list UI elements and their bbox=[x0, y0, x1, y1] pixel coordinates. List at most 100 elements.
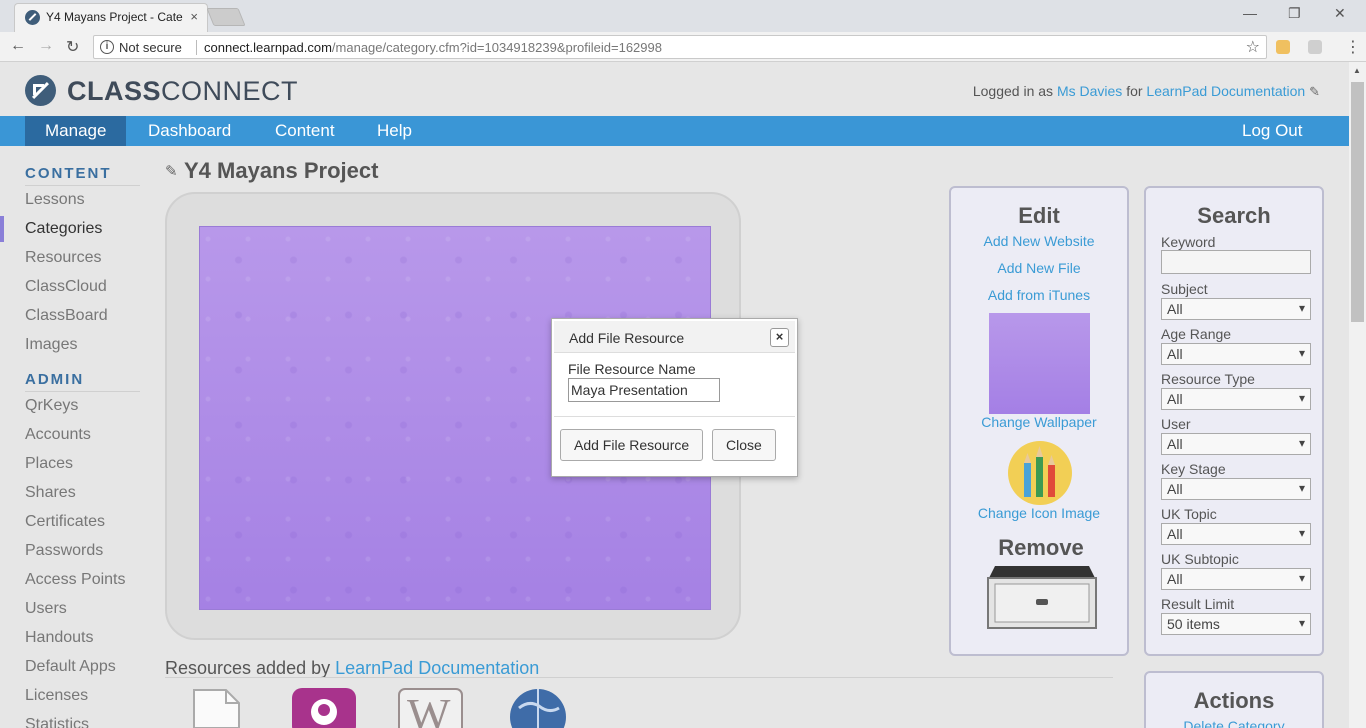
globe-icon[interactable] bbox=[509, 688, 569, 728]
nav-dashboard[interactable]: Dashboard bbox=[128, 116, 251, 146]
sidebar-item-access-points[interactable]: Access Points bbox=[25, 571, 125, 589]
svg-text:W: W bbox=[407, 689, 451, 728]
search-panel-title: Search bbox=[1197, 203, 1271, 228]
page-title: Y4 Mayans Project bbox=[184, 158, 379, 183]
age-range-select[interactable]: All bbox=[1161, 343, 1311, 365]
reload-icon[interactable]: ↻ bbox=[66, 37, 79, 57]
age-range-label: Age Range bbox=[1161, 326, 1232, 342]
actions-panel: Actions Delete Category bbox=[1144, 671, 1324, 728]
forward-icon[interactable]: → bbox=[38, 37, 54, 55]
page-scrollbar[interactable]: ▲ bbox=[1349, 62, 1366, 728]
sidebar-item-shares[interactable]: Shares bbox=[25, 484, 76, 502]
change-wallpaper-link[interactable]: Change Wallpaper bbox=[951, 414, 1127, 430]
uk-subtopic-select[interactable]: All bbox=[1161, 568, 1311, 590]
sidebar-item-passwords[interactable]: Passwords bbox=[25, 542, 103, 560]
omnibox-divider bbox=[196, 40, 197, 55]
sidebar-item-accounts[interactable]: Accounts bbox=[25, 426, 91, 444]
browser-tab-bar: Y4 Mayans Project - Cate × — ❐ ✕ bbox=[0, 0, 1366, 32]
user-label: User bbox=[1161, 416, 1191, 432]
close-button[interactable]: Close bbox=[712, 429, 776, 461]
delete-category-link[interactable]: Delete Category bbox=[1146, 718, 1322, 728]
sidebar-item-resources[interactable]: Resources bbox=[25, 249, 101, 267]
tab-close-icon[interactable]: × bbox=[190, 9, 198, 24]
nav-help[interactable]: Help bbox=[357, 116, 432, 146]
edit-pencil-icon[interactable]: ✎ bbox=[1309, 84, 1320, 99]
nav-logout[interactable]: Log Out bbox=[1222, 116, 1323, 146]
keyword-input[interactable] bbox=[1161, 250, 1311, 274]
word-document-icon[interactable]: W bbox=[398, 688, 464, 728]
sidebar-item-users[interactable]: Users bbox=[25, 600, 67, 618]
minimize-icon[interactable]: — bbox=[1243, 5, 1257, 21]
resources-owner-link[interactable]: LearnPad Documentation bbox=[335, 658, 539, 678]
nav-content[interactable]: Content bbox=[255, 116, 355, 146]
sidebar-item-classcloud[interactable]: ClassCloud bbox=[25, 278, 107, 296]
sidebar-item-handouts[interactable]: Handouts bbox=[25, 629, 94, 647]
divider bbox=[554, 416, 795, 417]
info-icon[interactable]: i bbox=[100, 40, 114, 54]
document-icon[interactable] bbox=[192, 688, 242, 728]
resource-type-label: Resource Type bbox=[1161, 371, 1255, 387]
sidebar-item-lessons[interactable]: Lessons bbox=[25, 191, 85, 209]
browser-tab[interactable]: Y4 Mayans Project - Cate × bbox=[14, 3, 208, 32]
back-icon[interactable]: ← bbox=[10, 37, 26, 55]
uk-topic-label: UK Topic bbox=[1161, 506, 1217, 522]
new-tab-button[interactable] bbox=[206, 8, 246, 26]
sidebar-heading-content: CONTENT bbox=[25, 165, 112, 182]
classconnect-favicon-icon bbox=[25, 10, 40, 25]
add-itunes-link[interactable]: Add from iTunes bbox=[951, 287, 1127, 303]
file-name-label: File Resource Name bbox=[568, 361, 696, 377]
sidebar-item-certificates[interactable]: Certificates bbox=[25, 513, 105, 531]
pin-app-icon[interactable] bbox=[292, 688, 356, 728]
divider bbox=[25, 391, 140, 392]
sidebar-active-marker bbox=[0, 216, 4, 242]
add-file-resource-button[interactable]: Add File Resource bbox=[560, 429, 704, 461]
resource-type-select[interactable]: All bbox=[1161, 388, 1311, 410]
organisation-link[interactable]: LearnPad Documentation bbox=[1146, 83, 1305, 99]
tab-title: Y4 Mayans Project - Cate bbox=[46, 10, 183, 24]
add-file-link[interactable]: Add New File bbox=[951, 260, 1127, 276]
address-toolbar: ← → ↻ i Not secure connect.learnpad.com/… bbox=[0, 32, 1366, 62]
nav-manage[interactable]: Manage bbox=[25, 116, 127, 146]
user-select[interactable]: All bbox=[1161, 433, 1311, 455]
window-close-icon[interactable]: ✕ bbox=[1334, 5, 1346, 22]
sidebar-item-classboard[interactable]: ClassBoard bbox=[25, 307, 108, 325]
user-link[interactable]: Ms Davies bbox=[1057, 83, 1122, 99]
sidebar-item-licenses[interactable]: Licenses bbox=[25, 687, 88, 705]
result-limit-label: Result Limit bbox=[1161, 596, 1235, 612]
scrollbar-thumb[interactable] bbox=[1351, 82, 1364, 322]
login-status: Logged in as Ms Davies for LearnPad Docu… bbox=[972, 83, 1320, 99]
sidebar-heading-admin: ADMIN bbox=[25, 371, 85, 388]
extension-icon[interactable] bbox=[1308, 40, 1322, 54]
sidebar-item-categories[interactable]: Categories bbox=[25, 220, 102, 238]
add-website-link[interactable]: Add New Website bbox=[951, 233, 1127, 249]
url-text[interactable]: connect.learnpad.com/manage/category.cfm… bbox=[204, 40, 662, 55]
pencils-icon[interactable] bbox=[1008, 441, 1072, 505]
sidebar-item-default-apps[interactable]: Default Apps bbox=[25, 658, 116, 676]
divider bbox=[165, 677, 1113, 678]
sidebar-item-images[interactable]: Images bbox=[25, 336, 77, 354]
uk-topic-select[interactable]: All bbox=[1161, 523, 1311, 545]
edit-title-pencil-icon[interactable]: ✎ bbox=[165, 162, 178, 180]
extension-icon[interactable] bbox=[1276, 40, 1290, 54]
sidebar-item-statistics[interactable]: Statistics bbox=[25, 716, 89, 728]
sidebar-item-places[interactable]: Places bbox=[25, 455, 73, 473]
edit-panel-title: Edit bbox=[1018, 203, 1060, 228]
address-bar[interactable]: i Not secure connect.learnpad.com/manage… bbox=[93, 35, 1267, 59]
subject-select[interactable]: All bbox=[1161, 298, 1311, 320]
edit-panel: Edit Add New Website Add New File Add fr… bbox=[949, 186, 1129, 656]
sidebar-item-qrkeys[interactable]: QrKeys bbox=[25, 397, 78, 415]
remove-drawer-icon[interactable] bbox=[987, 564, 1097, 630]
dialog-close-icon[interactable]: × bbox=[770, 328, 789, 347]
wallpaper-thumbnail[interactable] bbox=[989, 313, 1090, 414]
scroll-up-icon[interactable]: ▲ bbox=[1353, 66, 1361, 75]
change-icon-image-link[interactable]: Change Icon Image bbox=[951, 505, 1127, 521]
result-limit-select[interactable]: 50 items bbox=[1161, 613, 1311, 635]
file-name-input[interactable] bbox=[568, 378, 720, 402]
logo-text: CLASSCONNECT bbox=[67, 76, 299, 106]
bookmark-star-icon[interactable]: ☆ bbox=[1246, 37, 1260, 57]
key-stage-select[interactable]: All bbox=[1161, 478, 1311, 500]
divider bbox=[25, 185, 140, 186]
remove-title: Remove bbox=[998, 535, 1084, 560]
browser-menu-icon[interactable]: ⋮ bbox=[1345, 37, 1361, 57]
restore-icon[interactable]: ❐ bbox=[1288, 5, 1301, 22]
